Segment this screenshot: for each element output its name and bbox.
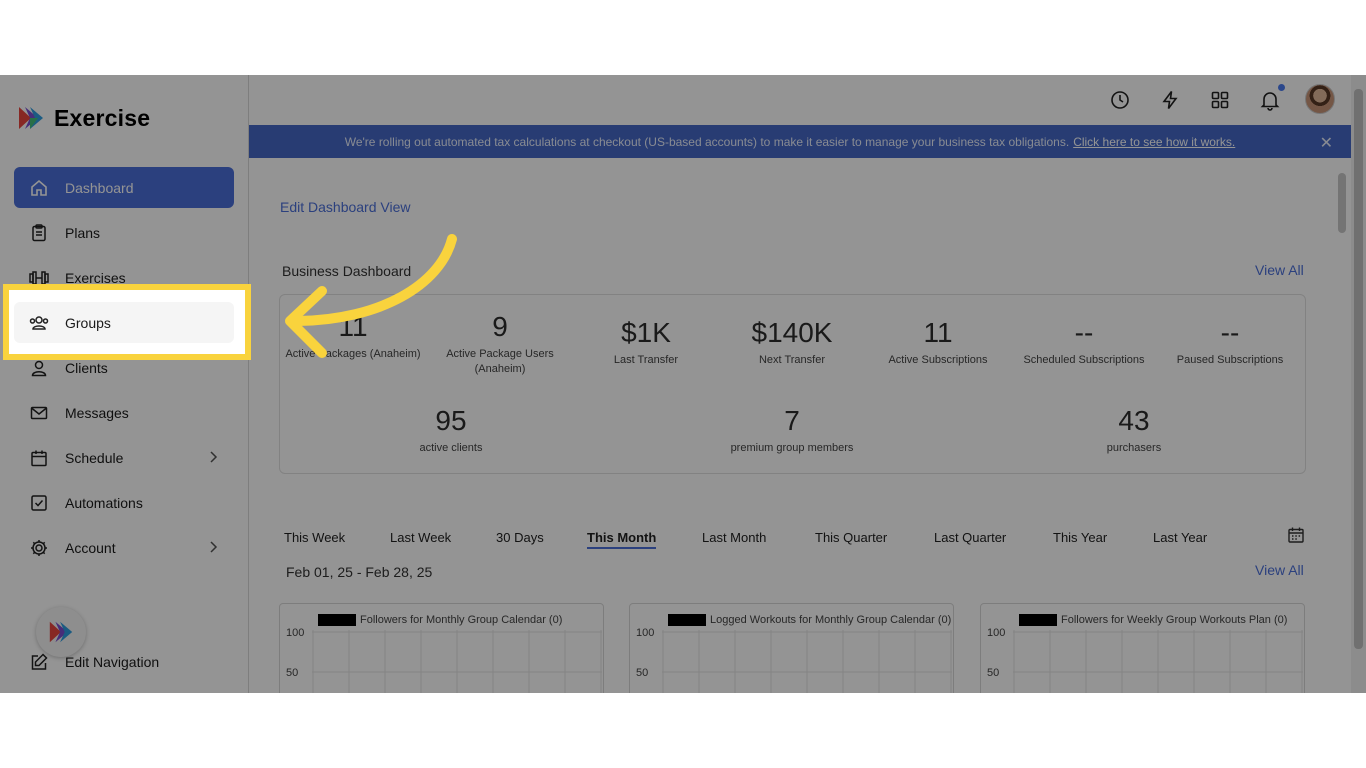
announcement-banner: We're rolling out automated tax calculat… xyxy=(249,125,1351,158)
tutorial-arrow-icon xyxy=(285,234,457,358)
calendar-icon xyxy=(28,447,50,469)
apps-grid-icon[interactable] xyxy=(1209,89,1231,111)
lightning-icon[interactable] xyxy=(1159,89,1181,111)
legend-swatch xyxy=(668,614,706,626)
legend-swatch xyxy=(318,614,356,626)
sidebar-item-plans[interactable]: Plans xyxy=(14,212,234,253)
app-window: Exercise Dashboard Plans Exercises Group… xyxy=(0,75,1366,693)
tab-last-month[interactable]: Last Month xyxy=(702,530,766,545)
page-scrollbar[interactable] xyxy=(1351,75,1366,693)
chart-grid xyxy=(662,630,952,693)
bell-icon[interactable] xyxy=(1259,89,1281,111)
date-range-label: Feb 01, 25 - Feb 28, 25 xyxy=(286,564,433,580)
sidebar-item-account[interactable]: Account xyxy=(14,527,234,568)
view-all-link[interactable]: View All xyxy=(1255,262,1304,278)
chart-legend[interactable]: Followers for Monthly Group Calendar (0) xyxy=(318,614,562,626)
y-tick-100: 100 xyxy=(286,627,305,639)
tab-this-month[interactable]: This Month xyxy=(587,530,657,549)
sidebar-item-label: Messages xyxy=(65,404,129,421)
sidebar: Exercise Dashboard Plans Exercises Group… xyxy=(0,75,249,693)
chart-legend[interactable]: Logged Workouts for Monthly Group Calend… xyxy=(668,614,951,626)
brand-name: Exercise xyxy=(54,104,151,131)
sidebar-item-automations[interactable]: Automations xyxy=(14,482,234,523)
stat-last-transfer: $1K Last Transfer xyxy=(613,317,679,366)
brand[interactable]: Exercise xyxy=(16,103,150,133)
stat-active-clients: 95 active clients xyxy=(419,405,483,454)
tab-this-year[interactable]: This Year xyxy=(1053,530,1107,545)
sidebar-item-messages[interactable]: Messages xyxy=(14,392,234,433)
clipboard-icon xyxy=(28,222,50,244)
stat-next-transfer: $140K Next Transfer xyxy=(751,317,833,366)
banner-text: We're rolling out automated tax calculat… xyxy=(344,134,1070,149)
legend-swatch xyxy=(1019,614,1057,626)
stat-active-subscriptions: 11 Active Subscriptions xyxy=(888,317,988,366)
stat-purchasers: 43 purchasers xyxy=(1106,405,1162,454)
y-tick-50: 50 xyxy=(286,667,299,679)
tab-last-year[interactable]: Last Year xyxy=(1153,530,1207,545)
chevron-right-icon xyxy=(208,449,218,468)
stat-paused-subscriptions: -- Paused Subscriptions xyxy=(1176,317,1284,366)
y-tick-50: 50 xyxy=(636,667,649,679)
y-tick-100: 100 xyxy=(987,627,1006,639)
edit-icon xyxy=(28,651,50,673)
chart-card-logged-workouts: Logged Workouts for Monthly Group Calend… xyxy=(629,603,954,693)
chart-legend[interactable]: Followers for Weekly Group Workouts Plan… xyxy=(1019,614,1287,626)
sidebar-item-dashboard[interactable]: Dashboard xyxy=(14,167,234,208)
tab-30-days[interactable]: 30 Days xyxy=(496,530,544,545)
tutorial-highlight-box xyxy=(3,284,251,360)
chart-card-followers-monthly: Followers for Monthly Group Calendar (0)… xyxy=(279,603,604,693)
avatar[interactable] xyxy=(1305,84,1335,114)
chart-grid xyxy=(312,630,602,693)
edit-navigation-button[interactable]: Edit Navigation xyxy=(14,641,234,682)
stat-premium-group-members: 7 premium group members xyxy=(730,405,854,454)
tab-last-week[interactable]: Last Week xyxy=(390,530,451,545)
legend-label: Logged Workouts for Monthly Group Calend… xyxy=(710,614,952,626)
top-bar xyxy=(249,75,1351,125)
chart-grid xyxy=(1013,630,1303,693)
legend-label: Followers for Weekly Group Workouts Plan… xyxy=(1061,614,1288,626)
main-content: We're rolling out automated tax calculat… xyxy=(249,75,1351,693)
y-tick-50: 50 xyxy=(987,667,1000,679)
mail-icon xyxy=(28,402,50,424)
chart-card-followers-weekly: Followers for Weekly Group Workouts Plan… xyxy=(980,603,1305,693)
view-all-link-2[interactable]: View All xyxy=(1255,562,1304,578)
brand-logo-icon xyxy=(16,103,46,133)
sidebar-item-schedule[interactable]: Schedule xyxy=(14,437,234,478)
gear-icon xyxy=(28,537,50,559)
sidebar-item-label: Clients xyxy=(65,359,108,376)
content-scrollbar[interactable] xyxy=(1335,163,1349,691)
tab-this-week[interactable]: This Week xyxy=(284,530,345,545)
edit-dashboard-link[interactable]: Edit Dashboard View xyxy=(280,199,410,215)
sidebar-item-label: Automations xyxy=(65,494,143,511)
checkbox-icon xyxy=(28,492,50,514)
tab-this-quarter[interactable]: This Quarter xyxy=(815,530,887,545)
chevron-right-icon xyxy=(208,539,218,558)
sidebar-item-label: Schedule xyxy=(65,449,124,466)
calendar-icon[interactable] xyxy=(1287,526,1305,549)
sidebar-item-label: Dashboard xyxy=(65,179,134,196)
y-tick-100: 100 xyxy=(636,627,655,639)
date-range-tabs: This Week Last Week 30 Days This Month L… xyxy=(284,530,1304,554)
sidebar-item-label: Account xyxy=(65,539,116,556)
home-icon xyxy=(28,177,50,199)
notification-dot xyxy=(1278,84,1285,91)
banner-link[interactable]: Click here to see how it works. xyxy=(1073,135,1235,149)
edit-navigation-label: Edit Navigation xyxy=(65,653,160,670)
stat-scheduled-subscriptions: -- Scheduled Subscriptions xyxy=(1023,317,1145,366)
history-icon[interactable] xyxy=(1109,89,1131,111)
legend-label: Followers for Monthly Group Calendar (0) xyxy=(360,614,563,626)
sidebar-item-label: Plans xyxy=(65,224,101,241)
scrollbar-thumb[interactable] xyxy=(1354,89,1363,649)
close-icon[interactable]: ✕ xyxy=(1320,133,1333,153)
tab-last-quarter[interactable]: Last Quarter xyxy=(934,530,1006,545)
